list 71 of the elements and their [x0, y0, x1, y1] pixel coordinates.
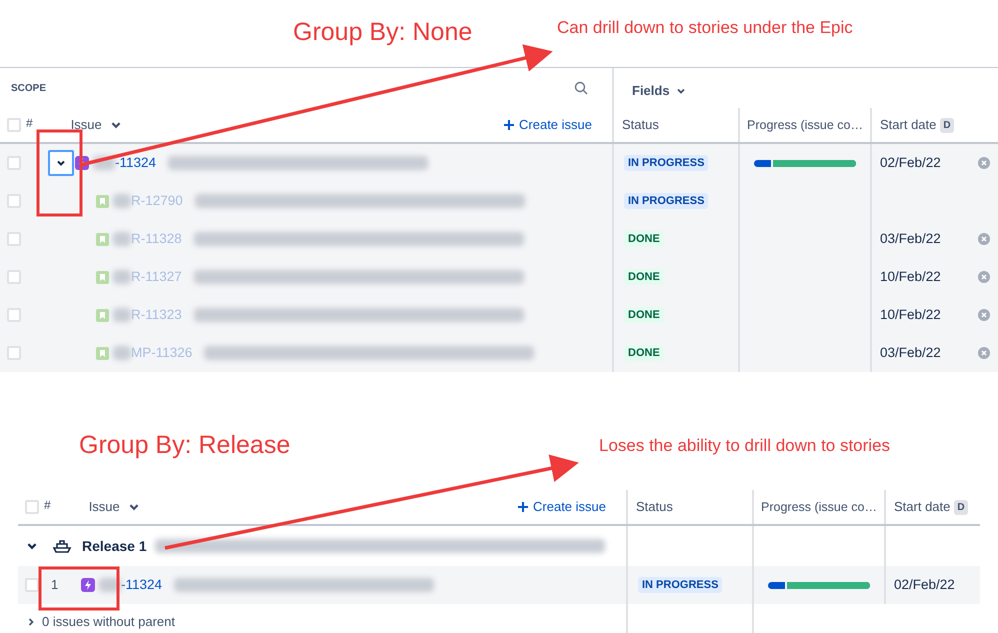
bookmark-icon — [96, 308, 109, 322]
blurred-text — [113, 232, 131, 246]
status-lozenge: IN PROGRESS — [624, 192, 708, 210]
ship-icon — [52, 538, 72, 554]
lightning-icon — [81, 578, 95, 592]
issues-without-parent-toggle[interactable]: 0 issues without parent — [42, 612, 175, 632]
row-checkbox[interactable] — [7, 232, 21, 246]
fields-dropdown-button[interactable]: Fields — [632, 74, 686, 108]
status-lozenge: DONE — [624, 230, 664, 248]
create-issue-button[interactable]: Create issue — [517, 497, 606, 517]
chevron-down-icon — [676, 86, 686, 96]
plus-icon — [517, 501, 530, 513]
issue-key-link[interactable]: -11324 — [115, 152, 156, 174]
annotation-note: Loses the ability to drill down to stories — [599, 435, 892, 457]
annotation-heading: Group By: Release — [79, 430, 290, 461]
create-issue-button[interactable]: Create issue — [503, 115, 592, 135]
blurred-text — [113, 346, 131, 360]
blurred-text — [113, 308, 131, 322]
row-number: 1 — [51, 576, 60, 594]
annotation-heading: Group By: None — [293, 17, 472, 48]
start-date-text: 10/Feb/22 — [880, 268, 941, 286]
row-checkbox[interactable] — [7, 308, 21, 322]
row-checkbox[interactable] — [7, 194, 21, 208]
expand-toggle-button[interactable] — [48, 150, 74, 176]
row-checkbox[interactable] — [7, 270, 21, 284]
plus-icon — [503, 119, 516, 131]
progress-column-header[interactable]: Progress (issue co… — [761, 498, 878, 516]
bookmark-icon — [96, 194, 109, 208]
select-all-checkbox[interactable] — [7, 118, 21, 132]
status-lozenge: IN PROGRESS — [624, 154, 708, 172]
start-date-text: 03/Feb/22 — [880, 344, 941, 362]
start-date-text: 02/Feb/22 — [880, 154, 941, 172]
status-lozenge: IN PROGRESS — [638, 576, 722, 594]
clear-icon — [978, 157, 990, 169]
status-lozenge: DONE — [624, 306, 664, 324]
clear-icon — [978, 347, 990, 359]
bookmark-icon — [96, 346, 109, 360]
clear-icon — [978, 233, 990, 245]
start-date-text: 03/Feb/22 — [880, 230, 941, 248]
chevron-down-icon — [56, 158, 66, 168]
progress-column-header[interactable]: Progress (issue co… — [747, 116, 864, 134]
row-checkbox[interactable] — [7, 346, 21, 360]
issue-key-link[interactable]: -11324 — [121, 574, 162, 596]
blurred-text — [113, 194, 131, 208]
annotation-note: Can drill down to stories under the Epic — [557, 17, 853, 39]
blurred-text — [113, 270, 131, 284]
bookmark-icon — [96, 270, 109, 284]
row-checkbox[interactable] — [7, 156, 21, 170]
issue-column-header[interactable]: Issue — [70, 115, 122, 135]
clear-icon — [978, 309, 990, 321]
date-type-badge: D — [940, 118, 954, 132]
status-column-header[interactable]: Status — [636, 497, 673, 517]
number-column-header: # — [44, 497, 51, 514]
date-type-badge: D — [954, 500, 968, 514]
issue-column-header[interactable]: Issue — [88, 497, 140, 517]
scope-label: SCOPE — [11, 82, 46, 96]
row-checkbox[interactable] — [25, 578, 39, 592]
clear-icon — [978, 271, 990, 283]
number-column-header: # — [26, 115, 33, 132]
status-lozenge: DONE — [624, 344, 664, 362]
start-date-text: 02/Feb/22 — [894, 576, 955, 594]
start-date-column-header[interactable]: Start date — [894, 497, 950, 517]
select-all-checkbox[interactable] — [25, 500, 39, 514]
status-column-header[interactable]: Status — [622, 115, 659, 135]
start-date-text: 10/Feb/22 — [880, 306, 941, 324]
status-lozenge: DONE — [624, 268, 664, 286]
release-name: Release 1 — [82, 536, 147, 556]
chevron-right-icon — [26, 617, 36, 627]
bookmark-icon — [96, 232, 109, 246]
start-date-column-header[interactable]: Start date — [880, 115, 936, 135]
search-icon — [574, 81, 588, 95]
